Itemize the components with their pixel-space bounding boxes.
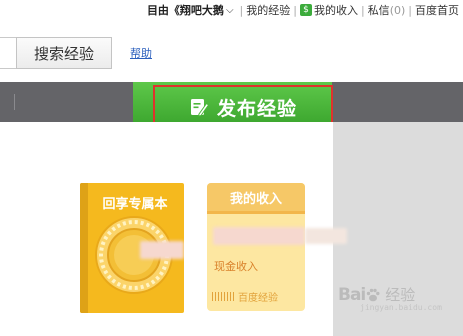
top-bar: 目由《翔吧大鹅 ⌵ | 我的经验 | $ 我的收入 | 私信 (0) | 百度首… xyxy=(0,0,463,20)
watermark-text: Bai xyxy=(338,284,366,305)
exclusive-book-card[interactable]: 回享专属本 xyxy=(80,183,184,313)
barcode-icon xyxy=(212,292,236,301)
book-spine xyxy=(80,183,88,313)
publish-label: 发布经验 xyxy=(216,97,297,120)
blurred-text xyxy=(140,241,184,259)
help-link[interactable]: 帮助 xyxy=(130,45,152,61)
baidu-home-link[interactable]: 百度首页 xyxy=(415,2,459,18)
income-footer-label: 百度经验 xyxy=(238,293,278,304)
divider: | xyxy=(293,3,297,17)
money-icon: $ xyxy=(299,4,312,16)
top-nav: 目由《翔吧大鹅 ⌵ | 我的经验 | $ 我的收入 | 私信 (0) | 百度首… xyxy=(147,0,459,20)
paw-icon xyxy=(367,288,380,301)
watermark-url: jingyan.baidu.com xyxy=(360,303,442,312)
divider: | xyxy=(239,3,244,17)
income-title: 我的收入 xyxy=(229,191,282,207)
search-input[interactable] xyxy=(0,37,17,69)
my-income-link[interactable]: 我的收入 xyxy=(314,2,358,18)
search-button[interactable]: 搜索经验 xyxy=(16,37,112,69)
messages-link[interactable]: 私信 xyxy=(368,2,390,18)
page: 目由《翔吧大鹅 ⌵ | 我的经验 | $ 我的收入 | 私信 (0) | 百度首… xyxy=(0,0,463,336)
divider: | xyxy=(408,3,412,17)
income-card[interactable]: 我的收入 现金收入 百度经验 xyxy=(207,183,305,311)
chevron-down-icon[interactable]: ⌵ xyxy=(226,5,234,16)
income-card-header: 我的收入 xyxy=(207,183,305,214)
username-link[interactable]: 目由《翔吧大鹅 xyxy=(147,2,224,18)
income-card-footer: 百度经验 xyxy=(212,289,278,304)
my-experience-link[interactable]: 我的经验 xyxy=(246,2,290,18)
nav-divider xyxy=(14,94,15,110)
message-count: (0) xyxy=(389,3,406,17)
watermark-cn: 经验 xyxy=(385,286,416,304)
edit-icon xyxy=(190,99,209,117)
baidu-watermark: Bai 经验 xyxy=(338,284,415,305)
blurred-text xyxy=(305,228,347,244)
cash-income-label: 现金收入 xyxy=(214,260,258,273)
divider: | xyxy=(360,3,365,17)
search-row: 搜索经验 帮助 xyxy=(0,20,463,82)
book-title: 回享专属本 xyxy=(102,197,168,212)
blurred-amount xyxy=(213,227,305,245)
